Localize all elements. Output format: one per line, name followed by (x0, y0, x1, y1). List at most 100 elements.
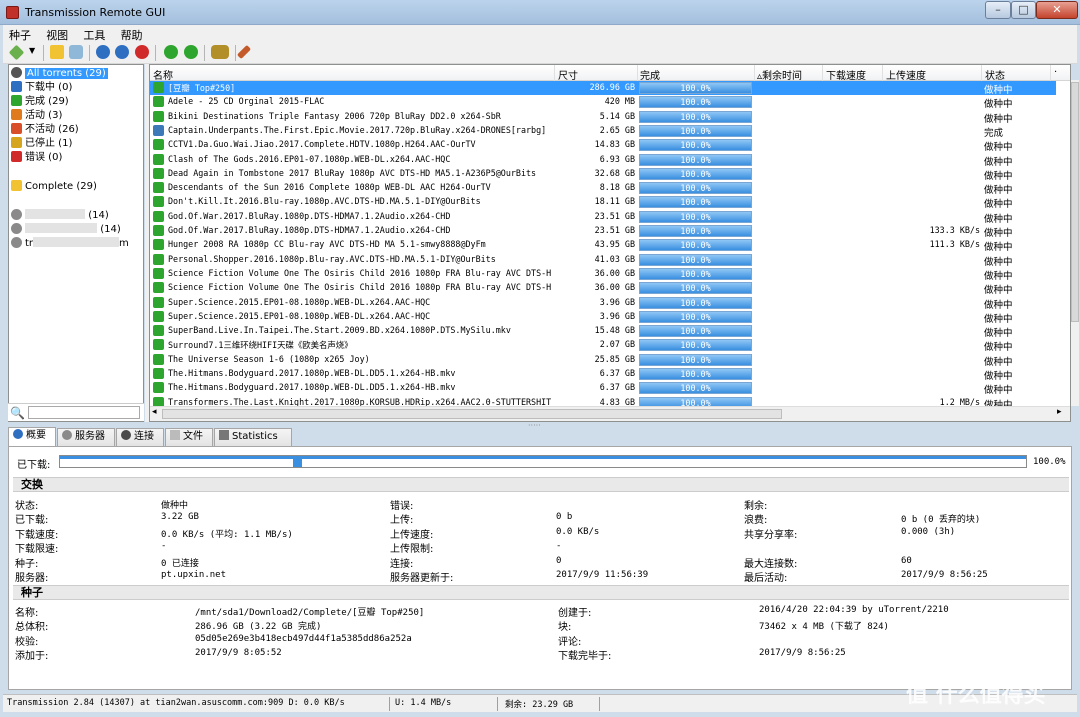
torrent-row[interactable]: The.Hitmans.Bodyguard.2017.1080p.WEB-DL.… (150, 381, 1056, 396)
detail-label: 创建于: (558, 608, 592, 619)
splitter-grip[interactable]: ····· (528, 421, 541, 430)
filter-all-torrents[interactable]: All torrents (29) (11, 67, 108, 81)
detail-value: 0.0 KB/s (平均: 1.1 MB/s) (161, 529, 293, 540)
seeding-icon (153, 282, 164, 294)
torrent-row[interactable]: Science Fiction Volume One The Osiris Ch… (150, 281, 1056, 297)
col-eta[interactable]: ▵剩余时间 (757, 67, 802, 82)
torrent-name: Surround7.1三维环绕HIFI天碟《欧美名声烧》 (168, 340, 353, 351)
filter-active[interactable]: 活动 (3) (11, 109, 62, 123)
torrent-size: 6.93 GB (599, 153, 635, 164)
menu-torrent[interactable]: 种子 (3, 25, 37, 43)
filter-stopped[interactable]: 已停止 (1) (11, 137, 72, 151)
detail-value: pt.upxin.net (161, 570, 227, 580)
maximize-button[interactable]: □ (1011, 1, 1036, 19)
filter-inactive[interactable]: 不活动 (26) (11, 123, 79, 137)
menu-view[interactable]: 视图 (40, 25, 74, 43)
torrent-name: Personal.Shopper.2016.1080p.Blu-ray.AVC.… (168, 253, 496, 264)
menu-tools[interactable]: 工具 (77, 25, 111, 43)
torrent-list: 名称 尺寸 完成 ▵剩余时间 下载速度 上传速度 状态 ‧ [豆瓣 Top#25… (149, 64, 1071, 422)
downloaded-percent: 100.0% (1033, 457, 1066, 467)
col-more[interactable]: ‧ (1054, 67, 1057, 78)
torrent-row[interactable]: Don't.Kill.It.2016.Blu-ray.1080p.AVC.DTS… (150, 195, 1056, 211)
add-dropdown-icon[interactable]: ▼ (29, 46, 35, 55)
torrent-row[interactable]: God.Of.War.2017.BluRay.1080p.DTS-HDMA7.1… (150, 224, 1056, 239)
torrent-row[interactable]: Descendants of the Sun 2016 Complete 108… (150, 181, 1056, 196)
torrent-name: Descendants of the Sun 2016 Complete 108… (168, 182, 491, 193)
scroll-right-icon[interactable]: ▸ (1057, 407, 1062, 417)
scroll-left-icon[interactable]: ◂ (152, 407, 157, 417)
col-done[interactable]: 完成 (640, 67, 660, 82)
filter-downloading[interactable]: 下载中 (0) (11, 81, 72, 95)
filter-error[interactable]: 错误 (0) (11, 151, 62, 165)
torrent-row[interactable]: The.Hitmans.Bodyguard.2017.1080p.WEB-DL.… (150, 367, 1056, 382)
torrent-size: 15.48 GB (594, 325, 635, 336)
torrent-progress-text: 100.0% (680, 254, 711, 265)
menu-help[interactable]: 帮助 (115, 25, 149, 43)
file-icon (170, 430, 180, 440)
minimize-button[interactable]: – (985, 1, 1011, 19)
tracker-icon (11, 209, 22, 220)
close-button[interactable]: ✕ (1036, 1, 1078, 19)
seeding-icon (153, 253, 164, 265)
turtle-icon[interactable] (211, 45, 229, 59)
col-download-speed[interactable]: 下载速度 (826, 67, 866, 82)
tab-statistics[interactable]: Statistics (214, 428, 292, 446)
torrent-row[interactable]: Surround7.1三维环绕HIFI天碟《欧美名声烧》 2.07 GB 100.0… (150, 338, 1056, 354)
torrent-row[interactable]: Dead Again in Tombstone 2017 BluRay 1080… (150, 167, 1056, 182)
vertical-scroll-thumb[interactable] (1071, 82, 1079, 322)
seeding-icon (153, 182, 164, 194)
torrent-row[interactable]: Bikini Destinations Triple Fantasy 2006 … (150, 110, 1056, 125)
tab-general[interactable]: 概要 (8, 427, 56, 446)
horizontal-scroll-thumb[interactable] (162, 409, 782, 419)
torrent-row[interactable]: Super.Science.2015.EP01-08.1080p.WEB-DL.… (150, 296, 1056, 311)
torrent-row[interactable]: Clash of The Gods.2016.EP01-07.1080p.WEB… (150, 153, 1056, 168)
torrent-row[interactable]: Science Fiction Volume One The Osiris Ch… (150, 267, 1056, 282)
detail-label: 块: (558, 622, 572, 634)
torrent-row[interactable]: Captain.Underpants.The.First.Epic.Movie.… (150, 124, 1056, 139)
torrent-size: 6.37 GB (599, 382, 635, 393)
torrent-row[interactable]: The Universe Season 1-6 (1080p x265 Joy)… (150, 353, 1056, 368)
col-size[interactable]: 尺寸 (558, 67, 578, 82)
start-icon[interactable] (96, 45, 110, 59)
move-down-icon[interactable] (184, 45, 198, 59)
torrent-row[interactable]: Hunger 2008 RA 1080p CC Blu-ray AVC DTS-… (150, 238, 1056, 253)
tab-peers[interactable]: 连接 (116, 428, 164, 446)
tracker-item-2[interactable]: (14) (11, 223, 121, 237)
open-folder-icon[interactable] (50, 45, 64, 59)
torrent-status: 做种中 (984, 199, 1013, 211)
search-area: 🔍 (8, 403, 144, 421)
watermark-logo: 值 什么值得买 (906, 683, 1046, 708)
torrent-row[interactable]: CCTV1.Da.Guo.Wai.Jiao.2017.Complete.HDTV… (150, 138, 1056, 153)
seeding-icon (153, 153, 164, 165)
torrent-row[interactable]: SuperBand.Live.In.Taipei.The.Start.2009.… (150, 324, 1056, 339)
col-upload-speed[interactable]: 上传速度 (886, 67, 926, 82)
torrent-row[interactable]: God.Of.War.2017.BluRay.1080p.DTS-HDMA7.1… (150, 210, 1056, 225)
torrent-status: 做种中 (984, 285, 1013, 297)
folder-complete[interactable]: Complete (29) (11, 180, 97, 194)
move-up-icon[interactable] (164, 45, 178, 59)
torrent-row[interactable]: Personal.Shopper.2016.1080p.Blu-ray.AVC.… (150, 253, 1056, 268)
link-icon[interactable] (69, 45, 83, 59)
pause-icon[interactable] (115, 45, 129, 59)
torrent-name: God.Of.War.2017.BluRay.1080p.DTS-HDMA7.1… (168, 210, 451, 221)
detail-label: 服务器: (15, 573, 49, 584)
detail-value: 73462 x 4 MB (下载了 824) (759, 622, 889, 633)
wrench-icon[interactable] (236, 44, 252, 60)
search-input[interactable] (28, 406, 140, 419)
remove-icon[interactable] (135, 45, 149, 59)
col-name[interactable]: 名称 (153, 67, 173, 82)
filter-complete[interactable]: 完成 (29) (11, 95, 69, 109)
add-torrent-icon[interactable] (8, 44, 25, 61)
torrent-progress-text: 100.0% (680, 83, 711, 93)
tracker-item-3[interactable]: tr m (11, 237, 129, 251)
torrent-row[interactable]: Adele - 25 CD Orginal 2015-FLAC 420 MB 100… (150, 95, 1056, 110)
tab-files[interactable]: 文件 (165, 428, 213, 446)
tab-trackers[interactable]: 服务器 (57, 428, 115, 446)
col-status[interactable]: 状态 (985, 67, 1005, 82)
torrent-status: 做种中 (984, 342, 1013, 354)
torrent-row[interactable]: [豆瓣 Top#250] 286.96 GB 100.0% 做种中 (150, 81, 1056, 96)
torrent-row[interactable]: Super.Science.2015.EP01-08.1080p.WEB-DL.… (150, 310, 1056, 325)
tracker-item-1[interactable]: (14) (11, 209, 109, 223)
torrent-name: Adele - 25 CD Orginal 2015-FLAC (168, 96, 325, 107)
horizontal-scrollbar[interactable]: ◂ ▸ (150, 406, 1070, 421)
